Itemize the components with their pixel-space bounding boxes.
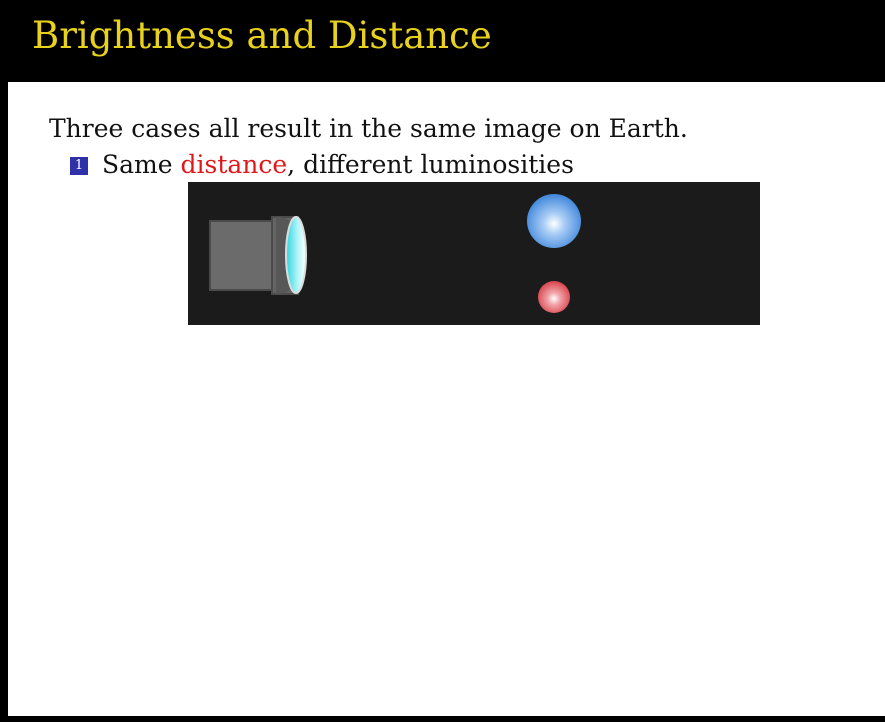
bullet-item-1: 1 Same distance, different luminosities (70, 149, 574, 179)
bullet-suffix: , different luminosities (287, 149, 574, 179)
star-diagram (188, 182, 760, 325)
bullet-highlight: distance (180, 149, 288, 179)
blue-star-icon (527, 194, 581, 248)
footer-strip (0, 716, 885, 722)
slide-body: Three cases all result in the same image… (8, 82, 885, 716)
slide-title: Brightness and Distance (32, 14, 492, 57)
diagram-svg (209, 194, 581, 313)
intro-text: Three cases all result in the same image… (49, 114, 688, 143)
red-star-icon (538, 281, 570, 313)
telescope-icon (209, 216, 307, 295)
bullet-number: 1 (70, 157, 88, 175)
bullet-prefix: Same (102, 149, 181, 179)
slide-header: Brightness and Distance (0, 0, 885, 82)
bullet-text: Same distance, different luminosities (102, 150, 574, 179)
